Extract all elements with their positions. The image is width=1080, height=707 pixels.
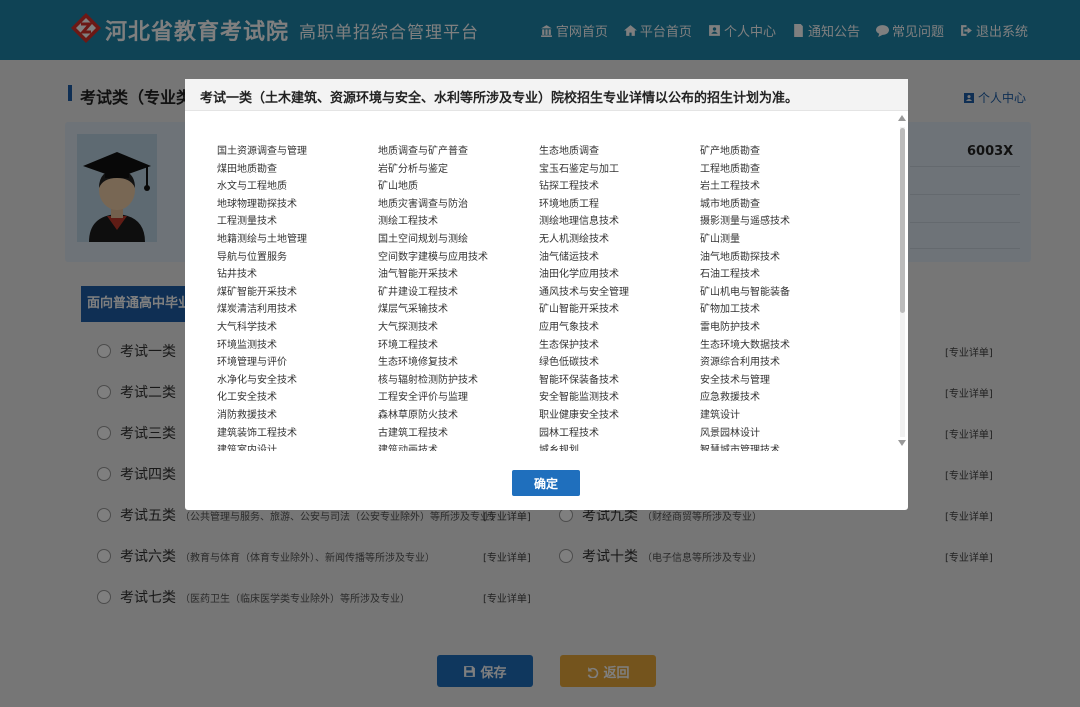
- major-item: 矿山智能开采技术: [539, 301, 700, 319]
- major-item: 智能环保装备技术: [539, 372, 700, 390]
- major-item: 建筑装饰工程技术: [217, 425, 378, 443]
- major-item: 无人机测绘技术: [539, 231, 700, 249]
- major-item: 生态环境大数据技术: [700, 337, 861, 355]
- major-item: 建筑室内设计: [217, 442, 378, 451]
- major-grid: 国土资源调查与管理地质调查与矿产普查生态地质调查矿产地质勘查煤田地质勘查岩矿分析…: [217, 143, 877, 451]
- major-item: 水文与工程地质: [217, 178, 378, 196]
- scroll-thumb[interactable]: [900, 128, 905, 313]
- major-list-dialog: 考试一类（土木建筑、资源环境与安全、水利等所涉及专业）院校招生专业详情以公布的招…: [185, 79, 908, 510]
- major-item: 煤田地质勘查: [217, 161, 378, 179]
- major-item: 地质灾害调查与防治: [378, 196, 539, 214]
- major-item: 矿山测量: [700, 231, 861, 249]
- major-item: 应急救援技术: [700, 389, 861, 407]
- major-item: 风景园林设计: [700, 425, 861, 443]
- major-item: 地球物理勘探技术: [217, 196, 378, 214]
- major-item: 工程安全评价与监理: [378, 389, 539, 407]
- major-item: 测绘地理信息技术: [539, 213, 700, 231]
- major-item: 地籍测绘与土地管理: [217, 231, 378, 249]
- major-item: 岩矿分析与鉴定: [378, 161, 539, 179]
- dialog-scrollbar[interactable]: [897, 113, 906, 448]
- major-item: 油气地质勘探技术: [700, 249, 861, 267]
- major-item: 环境监测技术: [217, 337, 378, 355]
- major-item: 建筑设计: [700, 407, 861, 425]
- major-item: 建筑动画技术: [378, 442, 539, 451]
- major-item: 雷电防护技术: [700, 319, 861, 337]
- major-item: 园林工程技术: [539, 425, 700, 443]
- major-item: 矿产地质勘查: [700, 143, 861, 161]
- major-item: 环境管理与评价: [217, 354, 378, 372]
- major-item: 钻井技术: [217, 266, 378, 284]
- major-item: 石油工程技术: [700, 266, 861, 284]
- major-item: 通风技术与安全管理: [539, 284, 700, 302]
- major-item: 地质调查与矿产普查: [378, 143, 539, 161]
- major-item: 生态地质调查: [539, 143, 700, 161]
- scroll-down-arrow-icon[interactable]: [898, 440, 906, 446]
- major-item: 煤炭清洁利用技术: [217, 301, 378, 319]
- major-item: 环境工程技术: [378, 337, 539, 355]
- major-item: 油田化学应用技术: [539, 266, 700, 284]
- major-item: 安全智能监测技术: [539, 389, 700, 407]
- major-item: 城市地质勘查: [700, 196, 861, 214]
- major-item: 古建筑工程技术: [378, 425, 539, 443]
- major-item: 矿物加工技术: [700, 301, 861, 319]
- major-item: 智慧城市管理技术: [700, 442, 861, 451]
- major-item: 国土资源调查与管理: [217, 143, 378, 161]
- major-item: 国土空间规划与测绘: [378, 231, 539, 249]
- major-item: 摄影测量与遥感技术: [700, 213, 861, 231]
- major-item: 钻探工程技术: [539, 178, 700, 196]
- major-item: 城乡规划: [539, 442, 700, 451]
- scroll-up-arrow-icon[interactable]: [898, 115, 906, 121]
- major-item: 安全技术与管理: [700, 372, 861, 390]
- major-item: 化工安全技术: [217, 389, 378, 407]
- major-item: 工程地质勘查: [700, 161, 861, 179]
- major-item: 矿山地质: [378, 178, 539, 196]
- major-item: 岩土工程技术: [700, 178, 861, 196]
- major-item: 消防救援技术: [217, 407, 378, 425]
- major-item: 宝玉石鉴定与加工: [539, 161, 700, 179]
- major-item: 职业健康安全技术: [539, 407, 700, 425]
- confirm-button[interactable]: 确定: [512, 470, 580, 496]
- major-item: 水净化与安全技术: [217, 372, 378, 390]
- major-item: 煤矿智能开采技术: [217, 284, 378, 302]
- major-item: 矿山机电与智能装备: [700, 284, 861, 302]
- major-item: 森林草原防火技术: [378, 407, 539, 425]
- major-item: 生态环境修复技术: [378, 354, 539, 372]
- major-item: 工程测量技术: [217, 213, 378, 231]
- major-item: 生态保护技术: [539, 337, 700, 355]
- dialog-header: 考试一类（土木建筑、资源环境与安全、水利等所涉及专业）院校招生专业详情以公布的招…: [185, 79, 908, 111]
- major-item: 油气智能开采技术: [378, 266, 539, 284]
- major-item: 环境地质工程: [539, 196, 700, 214]
- major-item: 矿井建设工程技术: [378, 284, 539, 302]
- major-item: 资源综合利用技术: [700, 354, 861, 372]
- dialog-title: 考试一类（土木建筑、资源环境与安全、水利等所涉及专业）院校招生专业详情以公布的招…: [200, 87, 798, 106]
- major-item: 大气科学技术: [217, 319, 378, 337]
- dialog-body[interactable]: 国土资源调查与管理地质调查与矿产普查生态地质调查矿产地质勘查煤田地质勘查岩矿分析…: [185, 111, 908, 451]
- major-item: 应用气象技术: [539, 319, 700, 337]
- major-item: 绿色低碳技术: [539, 354, 700, 372]
- major-item: 大气探测技术: [378, 319, 539, 337]
- major-item: 煤层气采输技术: [378, 301, 539, 319]
- major-item: 空间数字建模与应用技术: [378, 249, 539, 267]
- major-item: 核与辐射检测防护技术: [378, 372, 539, 390]
- major-item: 测绘工程技术: [378, 213, 539, 231]
- major-item: 导航与位置服务: [217, 249, 378, 267]
- major-item: 油气储运技术: [539, 249, 700, 267]
